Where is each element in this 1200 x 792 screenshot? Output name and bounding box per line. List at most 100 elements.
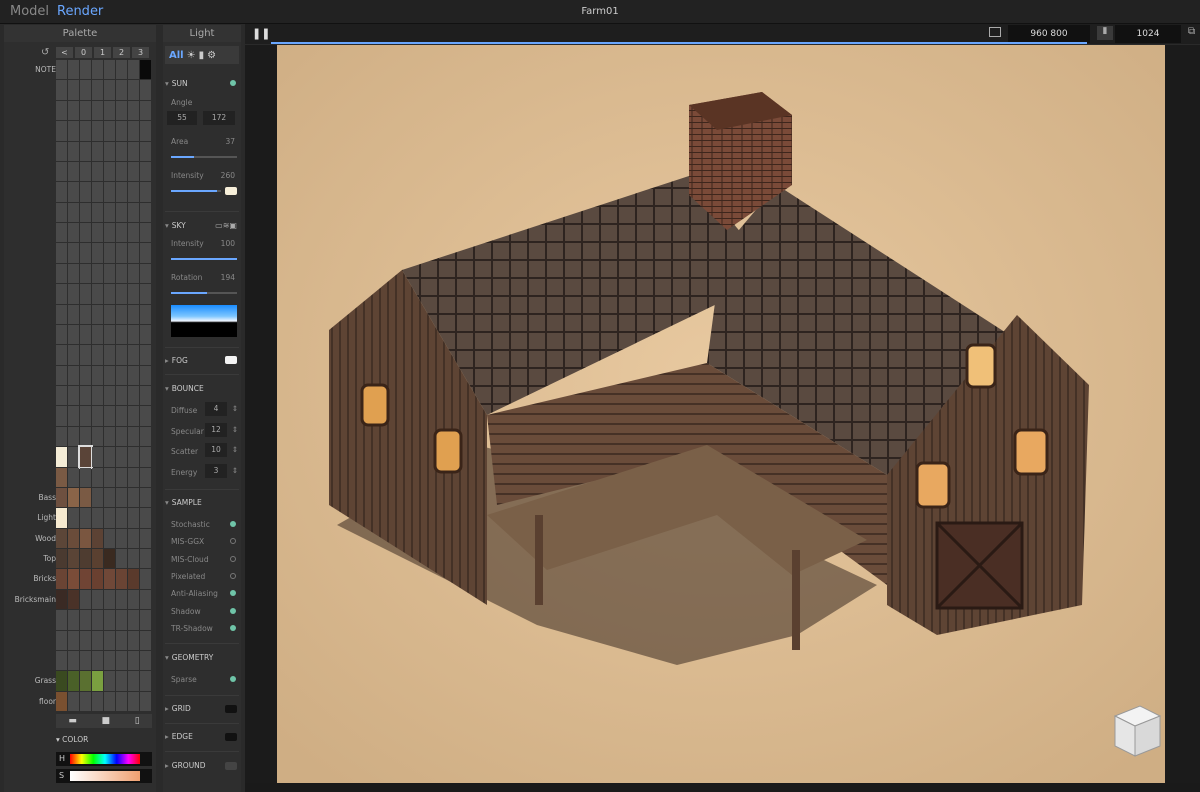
palette-cell[interactable] (140, 630, 151, 650)
palette-cell[interactable] (56, 426, 67, 447)
palette-cell[interactable] (68, 202, 79, 222)
palette-cell[interactable] (68, 182, 79, 202)
palette-cell[interactable] (116, 223, 127, 243)
palette-cell[interactable] (140, 671, 151, 691)
palette-cell[interactable] (56, 80, 67, 100)
sun-area-slider[interactable] (171, 156, 237, 158)
fog-section-header[interactable]: ▸ FOG (165, 356, 188, 365)
palette-cell[interactable] (104, 569, 115, 589)
palette-cell[interactable] (104, 263, 115, 284)
palette-cell[interactable] (68, 447, 79, 467)
palette-cell[interactable] (80, 141, 91, 161)
color-section[interactable]: ▾ COLOR (56, 735, 88, 744)
palette-cell[interactable] (92, 223, 103, 243)
palette-cell[interactable] (68, 121, 79, 141)
palette-cell[interactable] (80, 487, 91, 508)
palette-cell[interactable] (80, 549, 91, 569)
palette-cell[interactable] (128, 589, 139, 610)
palette-cell[interactable] (68, 467, 79, 487)
palette-cell[interactable] (116, 100, 127, 121)
palette-cell[interactable] (140, 121, 151, 141)
palette-cell[interactable] (78, 445, 93, 469)
palette-cell[interactable] (128, 284, 139, 304)
palette-cell[interactable] (128, 345, 139, 365)
palette-cell[interactable] (116, 141, 127, 161)
palette-cell[interactable] (92, 691, 103, 711)
histogram-icon[interactable]: ▮ (1097, 26, 1113, 40)
palette-cell[interactable] (56, 324, 67, 345)
palette-cell[interactable] (104, 589, 115, 610)
palette-cell[interactable] (128, 447, 139, 467)
palette-cell[interactable] (92, 447, 103, 467)
palette-cell[interactable] (92, 243, 103, 263)
palette-cell[interactable] (128, 263, 139, 284)
palette-cell[interactable] (80, 304, 91, 324)
gear-icon[interactable]: ⚙ (207, 50, 216, 61)
palette-cell[interactable] (56, 243, 67, 263)
stepper-icon[interactable]: ⇕ (232, 425, 238, 434)
palette-cell[interactable] (80, 650, 91, 671)
palette-cell[interactable] (68, 487, 79, 508)
sample-section-header[interactable]: ▾ SAMPLE (165, 498, 202, 507)
palette-cell[interactable] (56, 447, 67, 467)
palette-cell[interactable] (92, 100, 103, 121)
palette-cell[interactable] (116, 365, 127, 385)
palette-cell[interactable] (80, 80, 91, 100)
palette-cell[interactable] (104, 406, 115, 426)
palette-cell[interactable] (56, 182, 67, 202)
palette-cell[interactable] (116, 324, 127, 345)
palette-cell[interactable] (140, 141, 151, 161)
palette-cell[interactable] (140, 161, 151, 182)
palette-cell[interactable] (104, 243, 115, 263)
palette-cell[interactable] (56, 100, 67, 121)
palette-cell[interactable] (68, 324, 79, 345)
palette-cell[interactable] (116, 386, 127, 406)
overflow-icon[interactable]: ⧉ (1188, 26, 1195, 37)
palette-cell[interactable] (140, 610, 151, 630)
palette-cell[interactable] (68, 426, 79, 447)
palette-cell[interactable] (68, 671, 79, 691)
palette-cell[interactable] (92, 569, 103, 589)
palette-cell[interactable] (116, 80, 127, 100)
bounce-value-field[interactable]: 3 (205, 463, 227, 478)
palette-cell[interactable] (80, 406, 91, 426)
palette-cell[interactable] (128, 182, 139, 202)
folder-icon[interactable]: ▬ (68, 716, 77, 726)
palette-cell[interactable] (104, 121, 115, 141)
palette-cell[interactable] (68, 365, 79, 385)
bounce-value-field[interactable]: 4 (205, 402, 227, 416)
hue-row[interactable]: H (56, 752, 152, 766)
palette-cell[interactable] (128, 80, 139, 100)
palette-cell[interactable] (104, 691, 115, 711)
palette-cell[interactable] (104, 345, 115, 365)
palette-cell[interactable] (56, 528, 67, 548)
palette-cell[interactable] (104, 284, 115, 304)
palette-cell[interactable] (56, 202, 67, 222)
palette-cell[interactable] (80, 284, 91, 304)
palette-cell[interactable] (104, 60, 115, 80)
palette-cell[interactable] (128, 549, 139, 569)
palette-cell[interactable] (92, 508, 103, 528)
palette-cell[interactable] (92, 202, 103, 222)
palette-cell[interactable] (116, 202, 127, 222)
palette-cell[interactable] (92, 324, 103, 345)
palette-cell[interactable] (80, 386, 91, 406)
palette-cell[interactable] (68, 508, 79, 528)
palette-cell[interactable] (116, 406, 127, 426)
palette-cell[interactable] (128, 324, 139, 345)
palette-cell[interactable] (92, 304, 103, 324)
palette-cell[interactable] (92, 426, 103, 447)
palette-cell[interactable] (80, 426, 91, 447)
palette-cell[interactable] (68, 345, 79, 365)
palette-cell[interactable] (140, 80, 151, 100)
bounce-section-header[interactable]: ▾ BOUNCE (165, 384, 204, 393)
palette-cell[interactable] (128, 161, 139, 182)
palette-cell[interactable] (80, 182, 91, 202)
palette-cell[interactable] (80, 508, 91, 528)
palette-tab-2[interactable]: 2 (113, 47, 130, 58)
geometry-section-header[interactable]: ▾ GEOMETRY (165, 653, 213, 662)
palette-cell[interactable] (104, 508, 115, 528)
palette-cell[interactable] (128, 467, 139, 487)
palette-cell[interactable] (104, 549, 115, 569)
palette-cell[interactable] (80, 100, 91, 121)
